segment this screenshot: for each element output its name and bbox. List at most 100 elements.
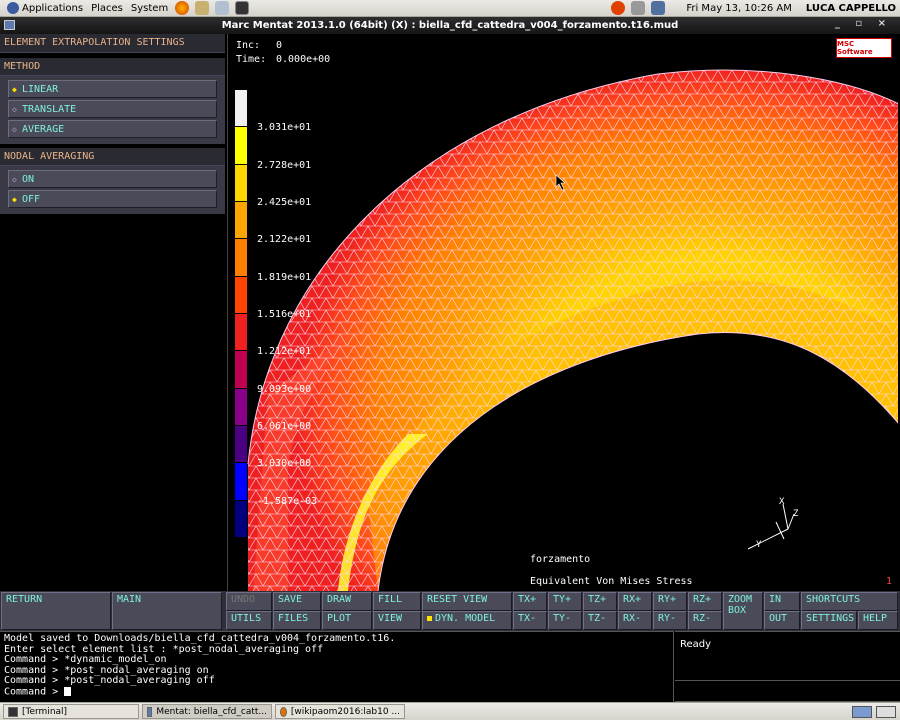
- legend-value-label: 3.031e+01: [257, 122, 312, 134]
- clock[interactable]: Fri May 13, 10:26 AM: [686, 3, 792, 14]
- bottom-button-bar: RETURN MAIN UNDO SAVE DRAW FILL RESET VI…: [0, 591, 900, 631]
- task-firefox[interactable]: [wikipaom2016:lab10 ...: [275, 704, 405, 719]
- unselected-diamond-icon: ◇: [12, 124, 17, 134]
- tz-minus-button[interactable]: TZ-: [583, 611, 617, 630]
- help-button[interactable]: HELP: [858, 611, 898, 630]
- axis-triad: [747, 503, 795, 550]
- update-notifier-icon[interactable]: [611, 1, 626, 15]
- ry-plus-button[interactable]: RY+: [653, 592, 687, 611]
- tz-plus-button[interactable]: TZ+: [583, 592, 617, 611]
- command-prompt: Command >: [4, 686, 65, 697]
- legend-color-cell: [235, 276, 247, 314]
- task-mentat-label: Mentat: biella_cfd_catt...: [156, 706, 267, 717]
- selected-diamond-icon: ◆: [12, 194, 17, 204]
- plot-button[interactable]: PLOT: [322, 611, 372, 630]
- axis-x-label: X: [779, 497, 785, 507]
- legend-color-cell: [235, 388, 247, 426]
- tx-minus-button[interactable]: TX-: [513, 611, 547, 630]
- nodal-averaging-header: NODAL AVERAGING: [0, 148, 225, 166]
- user-name[interactable]: LUCA CAPPELLO: [806, 3, 896, 14]
- task-firefox-label: [wikipaom2016:lab10 ...: [290, 706, 400, 717]
- ty-plus-button[interactable]: TY+: [548, 592, 582, 611]
- zoom-box-button[interactable]: ZOOM BOX: [723, 592, 763, 630]
- legend-value-label: 2.122e+01: [257, 234, 312, 246]
- places-menu[interactable]: Places: [87, 0, 127, 17]
- legend-value-label: 9.093e+00: [257, 383, 312, 395]
- system-menu[interactable]: System: [127, 0, 172, 17]
- method-linear-label: LINEAR: [22, 83, 59, 95]
- utils-button[interactable]: UTILS: [226, 611, 272, 630]
- job-caption: forzamento: [530, 554, 591, 565]
- view-button[interactable]: VIEW: [373, 611, 421, 630]
- window-menu-icon[interactable]: [4, 20, 15, 30]
- edit-launcher-icon[interactable]: [215, 1, 230, 15]
- rz-minus-button[interactable]: RZ-: [688, 611, 722, 630]
- ty-minus-button[interactable]: TY-: [548, 611, 582, 630]
- contour-legend-bar: [235, 90, 247, 538]
- mail-launcher-icon[interactable]: [195, 1, 210, 15]
- axis-y-label: Y: [756, 540, 762, 550]
- method-translate-radio[interactable]: ◇ TRANSLATE: [8, 100, 217, 118]
- nodal-off-radio[interactable]: ◆ OFF: [8, 190, 217, 208]
- rx-minus-button[interactable]: RX-: [618, 611, 652, 630]
- legend-value-label: 2.425e+01: [257, 197, 312, 208]
- shortcuts-button[interactable]: SHORTCUTS: [801, 592, 898, 611]
- fill-button[interactable]: FILL: [373, 592, 421, 611]
- network-icon[interactable]: [651, 1, 666, 15]
- task-terminal[interactable]: [Terminal]: [3, 704, 139, 719]
- legend-value-label: 2.728e+01: [257, 159, 312, 171]
- method-average-label: AVERAGE: [22, 123, 65, 135]
- console-line: Command > *post_nodal_averaging off: [4, 675, 215, 686]
- applications-menu[interactable]: Applications: [0, 0, 87, 17]
- increment-info: Inc: 0 Time: 0.000e+00: [236, 39, 330, 67]
- rz-plus-button[interactable]: RZ+: [688, 592, 722, 611]
- draw-button[interactable]: DRAW: [322, 592, 372, 611]
- zoom-out-button[interactable]: OUT: [764, 611, 800, 630]
- return-button[interactable]: RETURN: [1, 592, 111, 630]
- window-controls[interactable]: _ ▫ ×: [835, 18, 892, 29]
- method-linear-radio[interactable]: ◆ LINEAR: [8, 80, 217, 98]
- nodal-averaging-group: ◇ ON ◆ OFF: [0, 166, 225, 214]
- terminal-launcher-icon[interactable]: [235, 1, 250, 15]
- axis-z-label: Z: [793, 509, 799, 519]
- dyn-model-label: DYN. MODEL: [435, 613, 496, 624]
- task-terminal-label: [Terminal]: [22, 706, 68, 717]
- left-panel: ELEMENT EXTRAPOLATION SETTINGS METHOD ◆ …: [0, 34, 225, 591]
- task-mentat[interactable]: Mentat: biella_cfd_catt...: [142, 704, 272, 719]
- unselected-diamond-icon: ◇: [12, 174, 17, 184]
- command-console[interactable]: Model saved to Downloads/biella_cfd_catt…: [0, 631, 674, 702]
- dyn-model-toggle[interactable]: DYN. MODEL: [422, 611, 512, 630]
- nodal-on-radio[interactable]: ◇ ON: [8, 170, 217, 188]
- console-line: Command > *dynamic_model_on: [4, 654, 167, 665]
- firefox-icon: [280, 706, 287, 717]
- volume-icon[interactable]: [631, 1, 646, 15]
- legend-value-label: 1.516e+01: [257, 309, 312, 320]
- method-average-radio[interactable]: ◇ AVERAGE: [8, 120, 217, 138]
- gnome-foot-icon: [7, 2, 19, 14]
- firefox-launcher-icon[interactable]: [175, 1, 190, 15]
- files-button[interactable]: FILES: [273, 611, 321, 630]
- settings-button[interactable]: SETTINGS: [801, 611, 857, 630]
- command-input-line[interactable]: Command >: [4, 686, 669, 698]
- save-button[interactable]: SAVE: [273, 592, 321, 611]
- window-title: Marc Mentat 2013.1.0 (64bit) (X) : biell…: [221, 20, 679, 31]
- legend-value-label: -1.587e-03: [257, 495, 318, 507]
- legend-color-cell: [235, 463, 247, 501]
- unselected-diamond-icon: ◇: [12, 104, 17, 114]
- reset-view-button[interactable]: RESET VIEW: [422, 592, 512, 611]
- fe-mesh-contour: X Y Z: [247, 69, 898, 591]
- workspace-1-icon[interactable]: [852, 705, 872, 718]
- legend-color-cell: [235, 313, 247, 352]
- status-text: Ready: [680, 639, 712, 650]
- zoom-in-button[interactable]: IN: [764, 592, 800, 611]
- main-button[interactable]: MAIN: [112, 592, 222, 630]
- nodal-on-label: ON: [22, 173, 35, 185]
- rx-plus-button[interactable]: RX+: [618, 592, 652, 611]
- graphics-viewport[interactable]: X Y Z Inc: 0 Time: 0.000e+00 MSC Software …: [227, 34, 898, 591]
- undo-button[interactable]: UNDO: [226, 592, 272, 611]
- ry-minus-button[interactable]: RY-: [653, 611, 687, 630]
- workspace-2-icon[interactable]: [876, 705, 896, 718]
- time-label: Time:: [236, 54, 267, 65]
- applications-menu-label: Applications: [22, 2, 84, 14]
- tx-plus-button[interactable]: TX+: [513, 592, 547, 611]
